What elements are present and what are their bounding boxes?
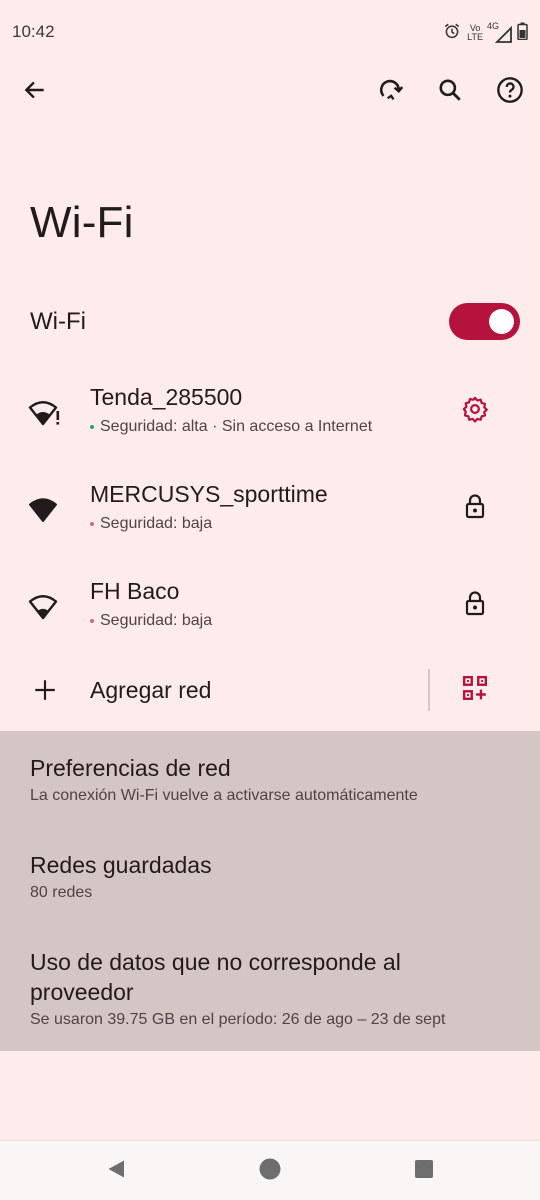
search-icon bbox=[437, 77, 463, 108]
pref-title: Redes guardadas bbox=[30, 852, 212, 878]
network-item-fh-baco[interactable]: FH Baco Seguridad: baja bbox=[0, 564, 540, 654]
volte-icon: Vo LTE bbox=[467, 24, 483, 42]
network-subtitle: Seguridad: baja bbox=[90, 515, 212, 533]
network-item-mercusys[interactable]: MERCUSYS_sporttime Seguridad: baja bbox=[0, 467, 540, 557]
battery-icon bbox=[517, 22, 528, 45]
nav-recents-button[interactable] bbox=[406, 1153, 442, 1189]
security-dot bbox=[90, 522, 94, 526]
network-subtitle-text: Seguridad: alta · Sin acceso a Internet bbox=[100, 418, 373, 435]
network-name: Tenda_285500 bbox=[90, 384, 243, 410]
status-icons: Vo LTE 4G bbox=[443, 22, 528, 44]
back-arrow-icon bbox=[22, 77, 48, 108]
qr-code-icon bbox=[462, 675, 488, 706]
add-network-label: Agregar red bbox=[90, 677, 212, 703]
pref-title: Preferencias de red bbox=[30, 755, 231, 781]
network-settings-button[interactable] bbox=[454, 390, 496, 432]
wifi-signal-warning-icon bbox=[28, 398, 62, 428]
network-name: MERCUSYS_sporttime bbox=[90, 481, 328, 507]
qr-scan-button[interactable] bbox=[454, 669, 496, 711]
status-bar: 10:42 Vo LTE 4G bbox=[0, 0, 540, 66]
wifi-toggle-row[interactable]: Wi-Fi bbox=[0, 292, 540, 354]
pref-title-line2: proveedor bbox=[30, 979, 134, 1005]
security-dot bbox=[90, 619, 94, 623]
add-network-row[interactable]: Agregar red bbox=[0, 655, 540, 727]
network-lock-indicator bbox=[454, 584, 496, 626]
lock-icon bbox=[463, 590, 487, 621]
pref-subtitle: 80 redes bbox=[30, 884, 93, 901]
wifi-signal-full-icon bbox=[28, 495, 62, 525]
plus-icon bbox=[32, 677, 58, 708]
navigation-bar bbox=[0, 1140, 540, 1200]
wifi-signal-low-icon bbox=[28, 592, 62, 622]
pref-title-line1: Uso de datos que no corresponde al bbox=[30, 949, 401, 975]
network-subtitle-text: Seguridad: baja bbox=[100, 612, 213, 629]
page-title: Wi-Fi bbox=[30, 198, 134, 247]
app-bar bbox=[0, 66, 540, 120]
network-subtitle: Seguridad: baja bbox=[90, 612, 212, 630]
nav-back-button[interactable] bbox=[98, 1153, 134, 1189]
network-name: FH Baco bbox=[90, 578, 180, 604]
preferences-panel: Preferencias de red La conexión Wi-Fi vu… bbox=[0, 731, 540, 1051]
volte-bottom-label: LTE bbox=[467, 32, 483, 42]
pref-subtitle: La conexión Wi-Fi vuelve a activarse aut… bbox=[30, 787, 418, 804]
help-icon bbox=[496, 76, 524, 109]
divider bbox=[428, 669, 430, 711]
network-subtitle-text: Seguridad: baja bbox=[100, 515, 213, 532]
circle-home-icon bbox=[258, 1157, 282, 1186]
triangle-back-icon bbox=[105, 1158, 127, 1185]
back-button[interactable] bbox=[11, 68, 59, 116]
nav-home-button[interactable] bbox=[252, 1153, 288, 1189]
wifi-toggle-knob bbox=[489, 309, 514, 334]
pref-subtitle: Se usaron 39.75 GB en el período: 26 de … bbox=[30, 1011, 446, 1028]
lock-icon bbox=[463, 493, 487, 524]
refresh-icon bbox=[376, 76, 404, 109]
saved-networks-item[interactable]: Redes guardadas 80 redes bbox=[0, 848, 540, 928]
non-carrier-data-usage-item[interactable]: Uso de datos que no corresponde al prove… bbox=[0, 945, 540, 1045]
network-lock-indicator bbox=[454, 487, 496, 529]
alarm-icon bbox=[443, 22, 461, 45]
search-button[interactable] bbox=[426, 68, 474, 116]
network-preferences-item[interactable]: Preferencias de red La conexión Wi-Fi vu… bbox=[0, 751, 540, 831]
wifi-toggle-switch[interactable] bbox=[449, 303, 520, 340]
network-subtitle: Seguridad: alta · Sin acceso a Internet bbox=[90, 418, 372, 436]
status-time: 10:42 bbox=[12, 22, 55, 41]
network-item-tenda[interactable]: Tenda_285500 Seguridad: alta · Sin acces… bbox=[0, 370, 540, 460]
gear-icon bbox=[461, 395, 489, 428]
refresh-button[interactable] bbox=[366, 68, 414, 116]
help-button[interactable] bbox=[486, 68, 534, 116]
square-recents-icon bbox=[414, 1159, 434, 1184]
security-dot bbox=[90, 425, 94, 429]
wifi-toggle-label: Wi-Fi bbox=[30, 308, 86, 335]
signal-icon: 4G bbox=[487, 22, 512, 43]
